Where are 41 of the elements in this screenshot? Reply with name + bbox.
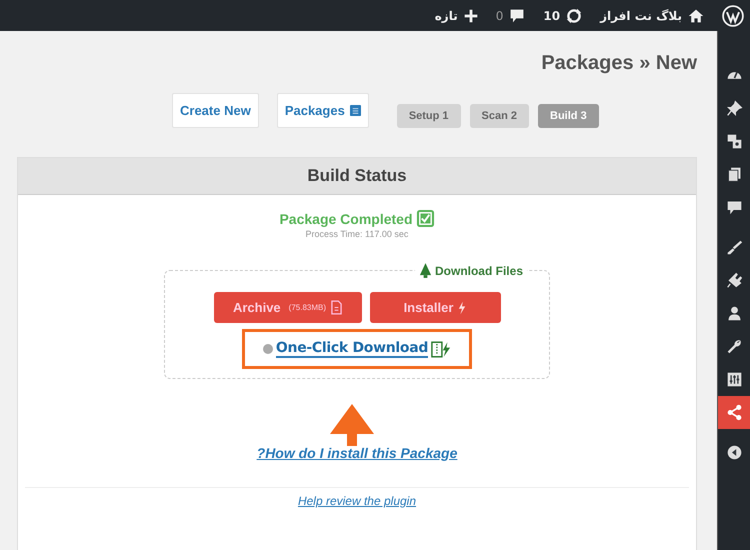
process-time: Process Time: 117.00 sec [306, 229, 408, 239]
speech-bubble-icon [726, 199, 742, 216]
status-text: Package Completed [279, 210, 413, 226]
legend-label: Download Files [434, 264, 523, 278]
paintbrush-icon [726, 239, 742, 256]
new-label: تازه [434, 8, 458, 22]
list-icon [350, 104, 361, 116]
home-icon [688, 8, 704, 24]
updates-count: 10 [543, 8, 560, 22]
one-click-link[interactable]: One-Click Download [276, 340, 428, 358]
page-title: Packages » New [540, 52, 697, 75]
file-icon [331, 300, 342, 315]
nav-button[interactable]: Create New [172, 92, 259, 128]
pages-icon [726, 166, 742, 183]
comments-link[interactable]: 0 [496, 8, 526, 24]
checkbox-icon [416, 209, 435, 228]
plug-icon [726, 272, 742, 289]
download-button[interactable]: Installer [370, 292, 500, 323]
install-help-link[interactable]: ?How do I install this Package [256, 445, 458, 461]
bolt-icon [458, 300, 466, 314]
download-button[interactable]: Archive (75.83MB) [214, 292, 362, 323]
site-link[interactable]: بلاگ نت افراز [600, 8, 704, 24]
speech-bubble-icon [509, 8, 526, 24]
sliders-icon [726, 371, 742, 388]
zip-bolt-icon [431, 340, 452, 358]
tree-icon [418, 263, 432, 278]
new-link[interactable]: تازه [434, 8, 478, 22]
panel-title: Build Status [18, 158, 696, 195]
user-icon [726, 305, 742, 322]
refresh-icon [566, 8, 582, 24]
updates-link[interactable]: 10 [543, 8, 582, 24]
pin-icon [726, 100, 742, 117]
plus-icon [464, 8, 478, 22]
comments-count: 0 [496, 8, 504, 22]
nav-button[interactable]: Packages [276, 92, 369, 128]
review-link[interactable]: Help review the plugin [298, 494, 416, 508]
wordpress-logo-icon[interactable] [722, 4, 744, 26]
share-icon [726, 404, 742, 421]
site-name: بلاگ نت افراز [600, 8, 682, 22]
wrench-icon [726, 338, 742, 355]
pointer-arrow [330, 404, 374, 446]
